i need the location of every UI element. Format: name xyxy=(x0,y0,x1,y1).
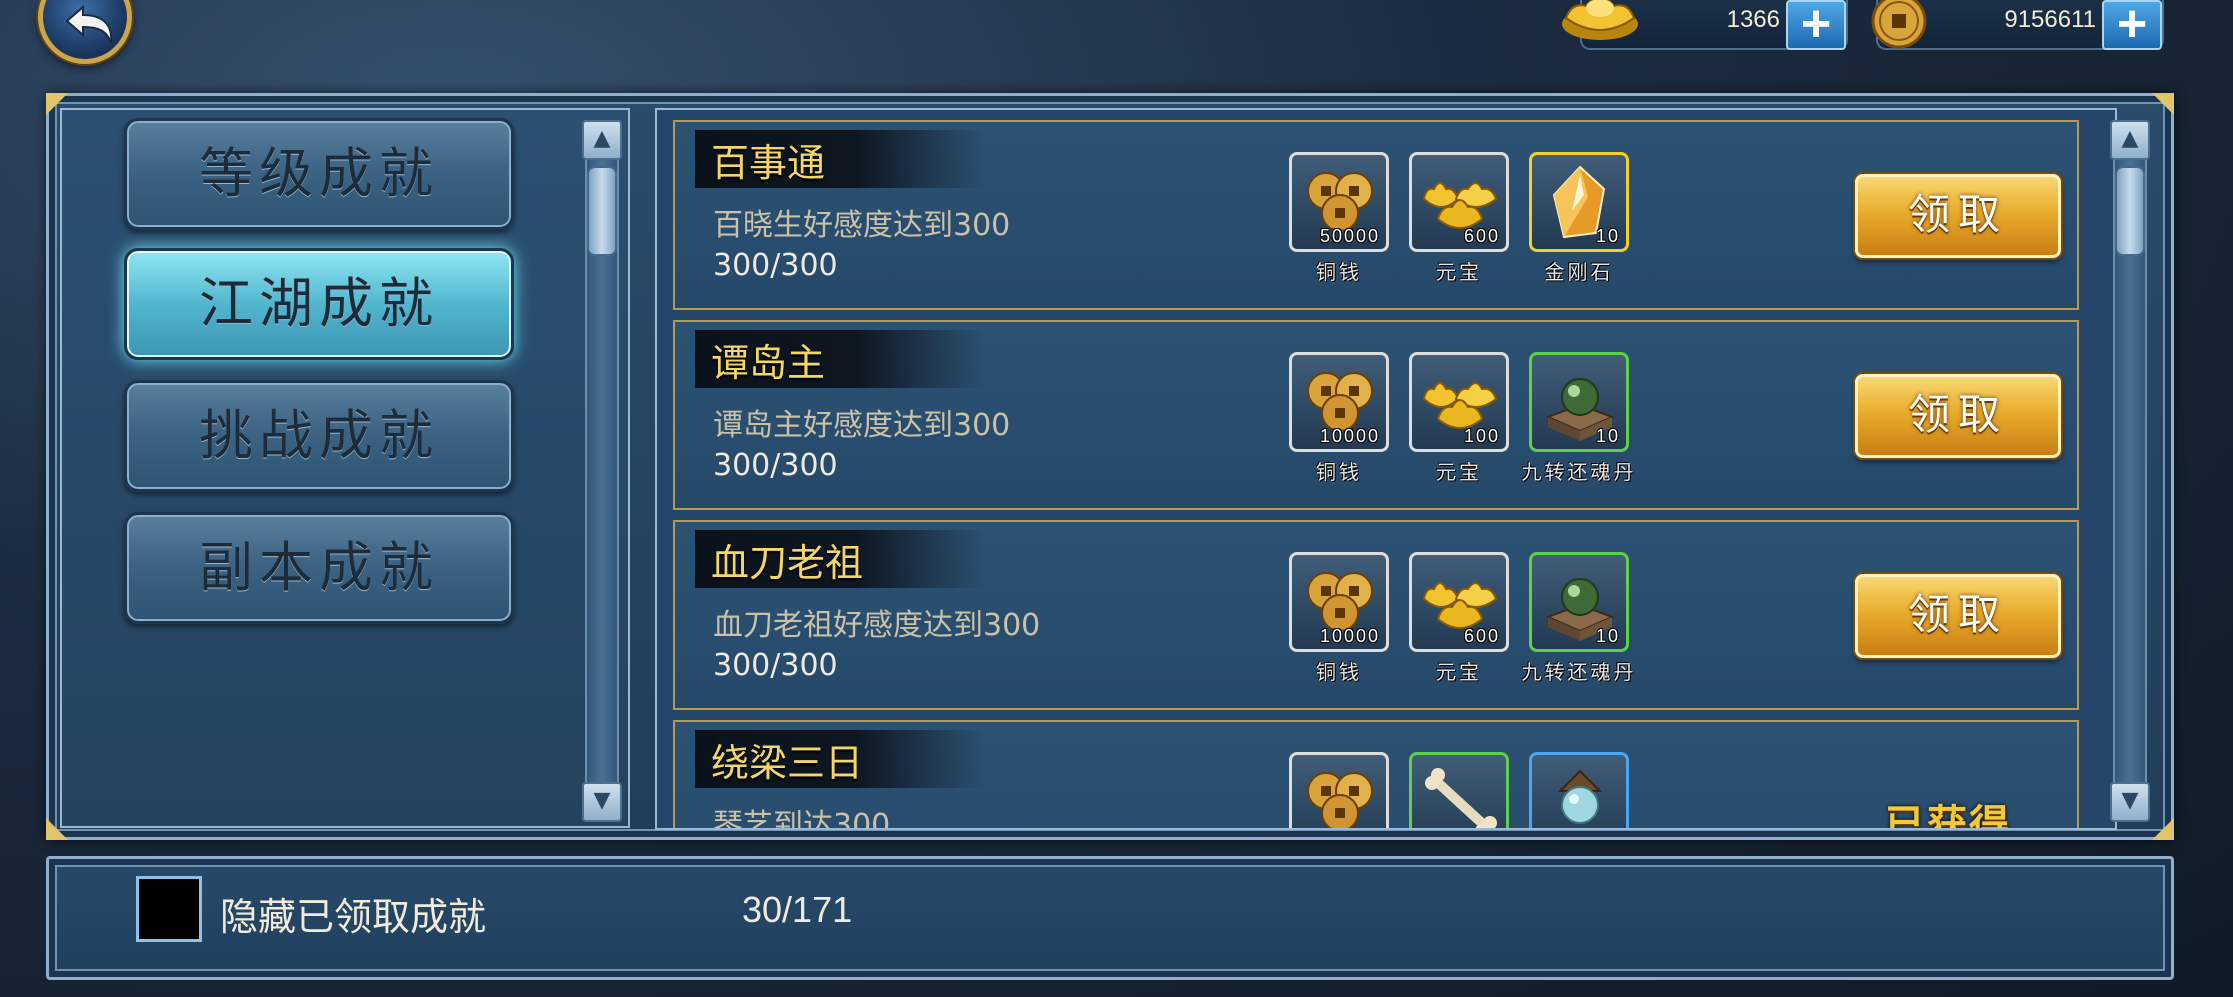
category-jianghu-button[interactable]: 江湖成就 xyxy=(124,248,514,360)
copper-coin-amount: 9156611 xyxy=(2004,6,2096,33)
achievement-title: 谭岛主 xyxy=(711,341,826,385)
reward-slot[interactable]: 10000 xyxy=(1289,352,1389,452)
reward-slot[interactable]: 600 xyxy=(1409,552,1509,652)
achievement-scroll-down-button[interactable]: ▼ xyxy=(2110,782,2150,822)
achievement-title: 百事通 xyxy=(711,141,826,185)
bone-icon xyxy=(1425,768,1497,828)
reward-name: 金刚石 xyxy=(1544,260,1614,284)
reward-quantity: 10 xyxy=(1595,226,1620,246)
reward-name: 九转还魂丹 xyxy=(1521,460,1637,484)
achievement-row: 血刀老祖 血刀老祖好感度达到300 300/300 10000 铜钱 600 元… xyxy=(673,520,2079,710)
achievement-scroll-up-button[interactable]: ▲ xyxy=(2110,120,2150,160)
category-scroll-thumb[interactable] xyxy=(587,166,617,256)
reward-quantity: 100 xyxy=(1463,426,1500,446)
gold-ingot-currency: 1366 + xyxy=(1562,0,1848,50)
copper-coins-icon xyxy=(1307,772,1373,828)
hide-claimed-checkbox[interactable] xyxy=(136,876,202,942)
achievement-description: 百晓生好感度达到300 xyxy=(713,208,1011,243)
obtained-status: 已获得 xyxy=(1885,802,2011,830)
reward-name: 铜钱 xyxy=(1316,260,1362,284)
category-scroll-down-button[interactable]: ▼ xyxy=(582,782,622,822)
reward-quantity: 600 xyxy=(1463,226,1500,246)
copper-coin-currency: 9156611 + xyxy=(1871,0,2164,50)
hide-claimed-label: 隐藏已领取成就 xyxy=(220,895,487,939)
achievement-title: 血刀老祖 xyxy=(711,541,864,585)
back-button[interactable] xyxy=(38,0,132,64)
reward-name: 铜钱 xyxy=(1316,460,1362,484)
achievement-description: 琴艺到达300 xyxy=(713,808,891,830)
reward-quantity: 10 xyxy=(1595,426,1620,446)
add-gold-ingot-button[interactable]: + xyxy=(1786,0,1846,50)
reward-quantity: 50000 xyxy=(1319,226,1380,246)
achievement-scroll-thumb[interactable] xyxy=(2115,166,2145,256)
reward-slot[interactable]: 10000 xyxy=(1289,552,1389,652)
reward-quantity: 5 xyxy=(1488,826,1500,828)
achievement-title: 绕梁三日 xyxy=(711,741,864,785)
reward-quantity: 600 xyxy=(1463,626,1500,646)
reward-name: 铜钱 xyxy=(1316,660,1362,684)
reward-slot[interactable]: 10 xyxy=(1529,152,1629,252)
gold-ingot-amount: 1366 xyxy=(1726,6,1780,33)
reward-quantity: 10000 xyxy=(1319,626,1380,646)
claim-button[interactable]: 领取 xyxy=(1855,174,2061,258)
achievement-progress: 300/300 xyxy=(713,648,838,683)
achievement-row: 绕梁三日 琴艺到达300 10000 5 10 xyxy=(673,720,2079,830)
reward-slot[interactable]: 100 xyxy=(1409,352,1509,452)
category-scroll-up-button[interactable]: ▲ xyxy=(582,120,622,160)
category-dungeon-button[interactable]: 副本成就 xyxy=(124,512,514,624)
reward-quantity: 10 xyxy=(1595,626,1620,646)
reward-slot[interactable]: 50000 xyxy=(1289,152,1389,252)
reward-name: 元宝 xyxy=(1436,260,1482,284)
reward-quantity: 10000 xyxy=(1320,826,1380,828)
achievement-description: 谭岛主好感度达到300 xyxy=(713,408,1011,443)
crystal-orb-icon xyxy=(1557,769,1603,824)
copper-coin-icon xyxy=(1871,0,1927,49)
reward-slot[interactable]: 10 xyxy=(1529,552,1629,652)
reward-slot[interactable]: 5 xyxy=(1409,752,1509,828)
gold-ingot-icon xyxy=(1562,0,1638,40)
achievement-row: 百事通 百晓生好感度达到300 300/300 50000 铜钱 600 元宝 xyxy=(673,120,2079,310)
claim-button[interactable]: 领取 xyxy=(1855,374,2061,458)
reward-quantity: 10000 xyxy=(1319,426,1380,446)
add-copper-coin-button[interactable]: + xyxy=(2102,0,2162,50)
category-level-button[interactable]: 等级成就 xyxy=(124,118,514,230)
achievement-progress: 300/300 xyxy=(713,248,838,283)
achievement-row: 谭岛主 谭岛主好感度达到300 300/300 10000 铜钱 100 元宝 xyxy=(673,320,2079,510)
reward-slot[interactable]: 600 xyxy=(1409,152,1509,252)
category-challenge-button[interactable]: 挑战成就 xyxy=(124,380,514,492)
reward-slot[interactable]: 10000 xyxy=(1289,752,1389,828)
reward-name: 九转还魂丹 xyxy=(1521,660,1637,684)
back-arrow-icon xyxy=(65,4,113,44)
achievement-count: 30/171 xyxy=(742,889,853,930)
achievement-list: 百事通 百晓生好感度达到300 300/300 50000 铜钱 600 元宝 xyxy=(655,108,2117,830)
reward-name: 元宝 xyxy=(1436,460,1482,484)
reward-quantity: 10 xyxy=(1596,826,1620,828)
claim-button[interactable]: 领取 xyxy=(1855,574,2061,658)
reward-slot[interactable]: 10 xyxy=(1529,352,1629,452)
achievement-progress: 300/300 xyxy=(713,448,838,483)
reward-name: 元宝 xyxy=(1436,660,1482,684)
reward-slot[interactable]: 10 xyxy=(1529,752,1629,828)
achievement-description: 血刀老祖好感度达到300 xyxy=(713,608,1041,643)
